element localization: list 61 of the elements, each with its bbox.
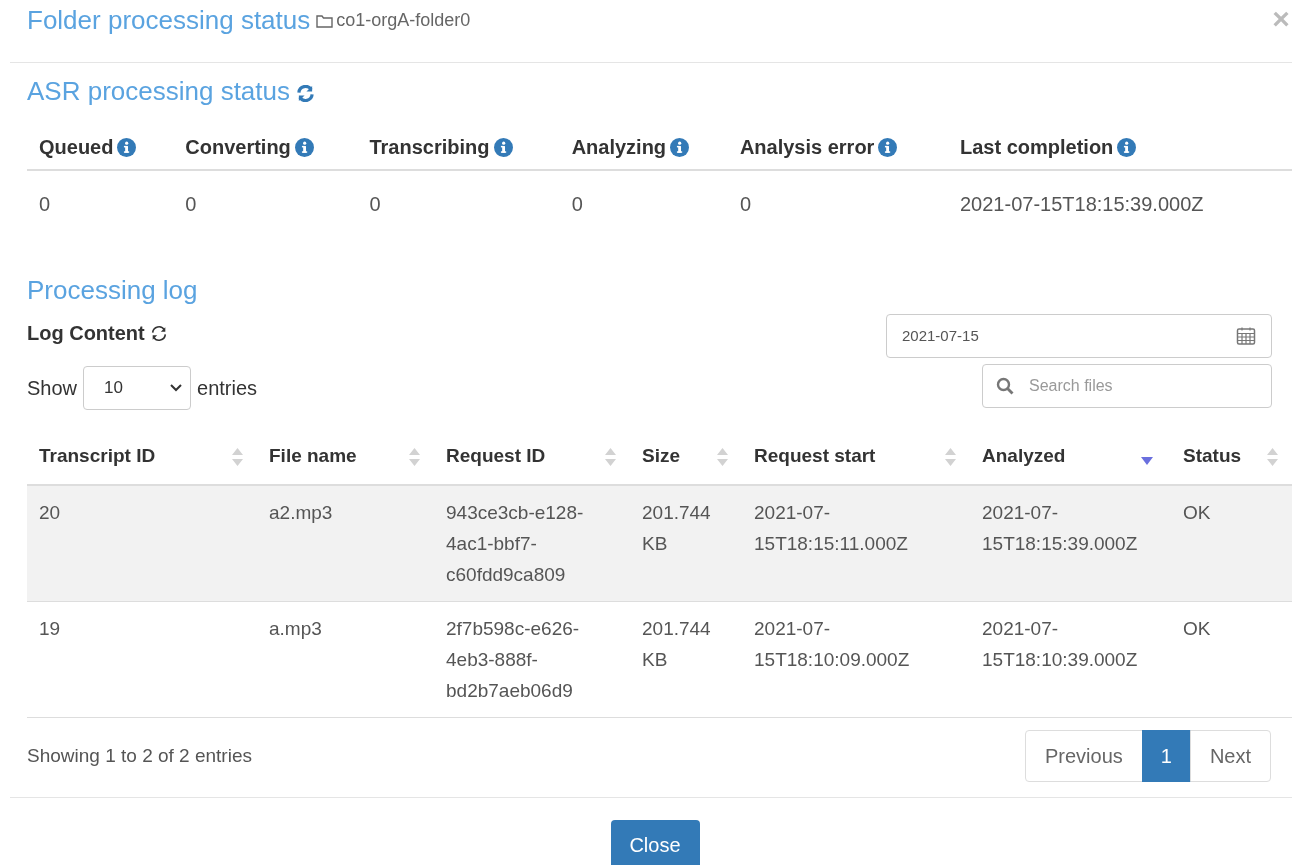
column-header[interactable]: Request ID	[446, 445, 546, 467]
info-icon[interactable]	[1117, 138, 1137, 157]
subheading: Log Content	[27, 321, 145, 346]
column-header: Last completion	[960, 136, 1114, 158]
info-icon[interactable]	[294, 138, 314, 157]
table-cell: 2f7b598c-e626-4eb3-888f-bd2b7aeb06d9	[446, 618, 580, 701]
info-icon[interactable]	[117, 138, 137, 157]
entries-select[interactable]: 10	[83, 366, 192, 410]
calendar-icon[interactable]	[1236, 326, 1256, 346]
search-icon	[996, 377, 1014, 395]
column-header[interactable]: Analyzed	[982, 445, 1066, 467]
refresh-icon[interactable]	[149, 324, 168, 342]
folder-name: co1-orgA-folder0	[336, 8, 471, 32]
dialog-title: Folder processing status	[27, 3, 311, 37]
close-button[interactable]: Close	[610, 820, 700, 865]
column-header[interactable]: File name	[269, 445, 357, 467]
chevron-icon	[170, 384, 183, 392]
show-label: Show	[27, 376, 78, 401]
table-cell: 201.744 KB	[642, 502, 711, 554]
table-cell: 20	[39, 502, 61, 523]
table-cell: OK	[1183, 618, 1211, 639]
info-icon[interactable]	[670, 138, 690, 157]
table-cell: 2021-07-15T18:10:09.000Z	[754, 618, 910, 670]
pagination-button[interactable]: Previous	[1024, 730, 1143, 782]
column-header: Analyzing	[571, 136, 667, 158]
column-header[interactable]: Status	[1183, 445, 1242, 467]
column-header[interactable]: Transcript ID	[39, 445, 156, 467]
column-header: Converting	[185, 136, 291, 158]
info-icon[interactable]	[493, 138, 513, 157]
column-header[interactable]: Request start	[754, 445, 876, 467]
table-cell: a2.mp3	[269, 502, 333, 523]
section-heading: Processing log	[27, 274, 198, 307]
entries-info: Showing 1 to 2 of 2 entries	[27, 743, 252, 768]
table-cell: 943ce3cb-e128-4ac1-bbf7-c60fdd9ca809	[446, 502, 584, 585]
section-heading: ASR processing status	[27, 74, 290, 108]
column-header: Analysis error	[739, 136, 875, 158]
table-cell: 0	[369, 193, 381, 215]
column-header: Transcribing	[369, 136, 490, 158]
info-icon[interactable]	[878, 138, 898, 157]
table-cell: 19	[39, 618, 61, 639]
table-cell: a.mp3	[269, 618, 322, 639]
search-field[interactable]: Search files	[982, 364, 1272, 408]
sort-descending-icon[interactable]	[1141, 457, 1153, 465]
entries-label: entries	[197, 376, 258, 401]
table-cell: 2021-07-15T18:15:11.000Z	[754, 502, 908, 554]
column-header[interactable]: Size	[642, 445, 681, 467]
table-row[interactable]: 19 a.mp3 2f7b598c-e626-4eb3-888f-bd2b7aeb06d9 201.744 KB 2021-07-15T18:10:09.000Z 2021-07-15T18:10:39.000Z OK	[27, 601, 1292, 718]
pagination-button[interactable]: Next	[1189, 730, 1271, 782]
table-cell: 0	[739, 193, 751, 215]
table-cell: 0	[185, 193, 197, 215]
column-header: Queued	[39, 136, 114, 158]
table-cell: 0	[39, 193, 51, 215]
folder-icon	[316, 14, 334, 28]
table-cell: OK	[1183, 502, 1211, 523]
table-cell: 2021-07-15T18:10:39.000Z	[982, 618, 1138, 670]
table-cell: 2021-07-15T18:15:39.000Z	[982, 502, 1138, 554]
table-cell: 2021-07-15T18:15:39.000Z	[960, 193, 1204, 215]
table-cell: 201.744 KB	[642, 618, 711, 670]
date-field[interactable]: 2021-07-15	[886, 314, 1272, 358]
table-cell: 0	[571, 193, 583, 215]
page-button[interactable]: 1	[1141, 730, 1191, 782]
